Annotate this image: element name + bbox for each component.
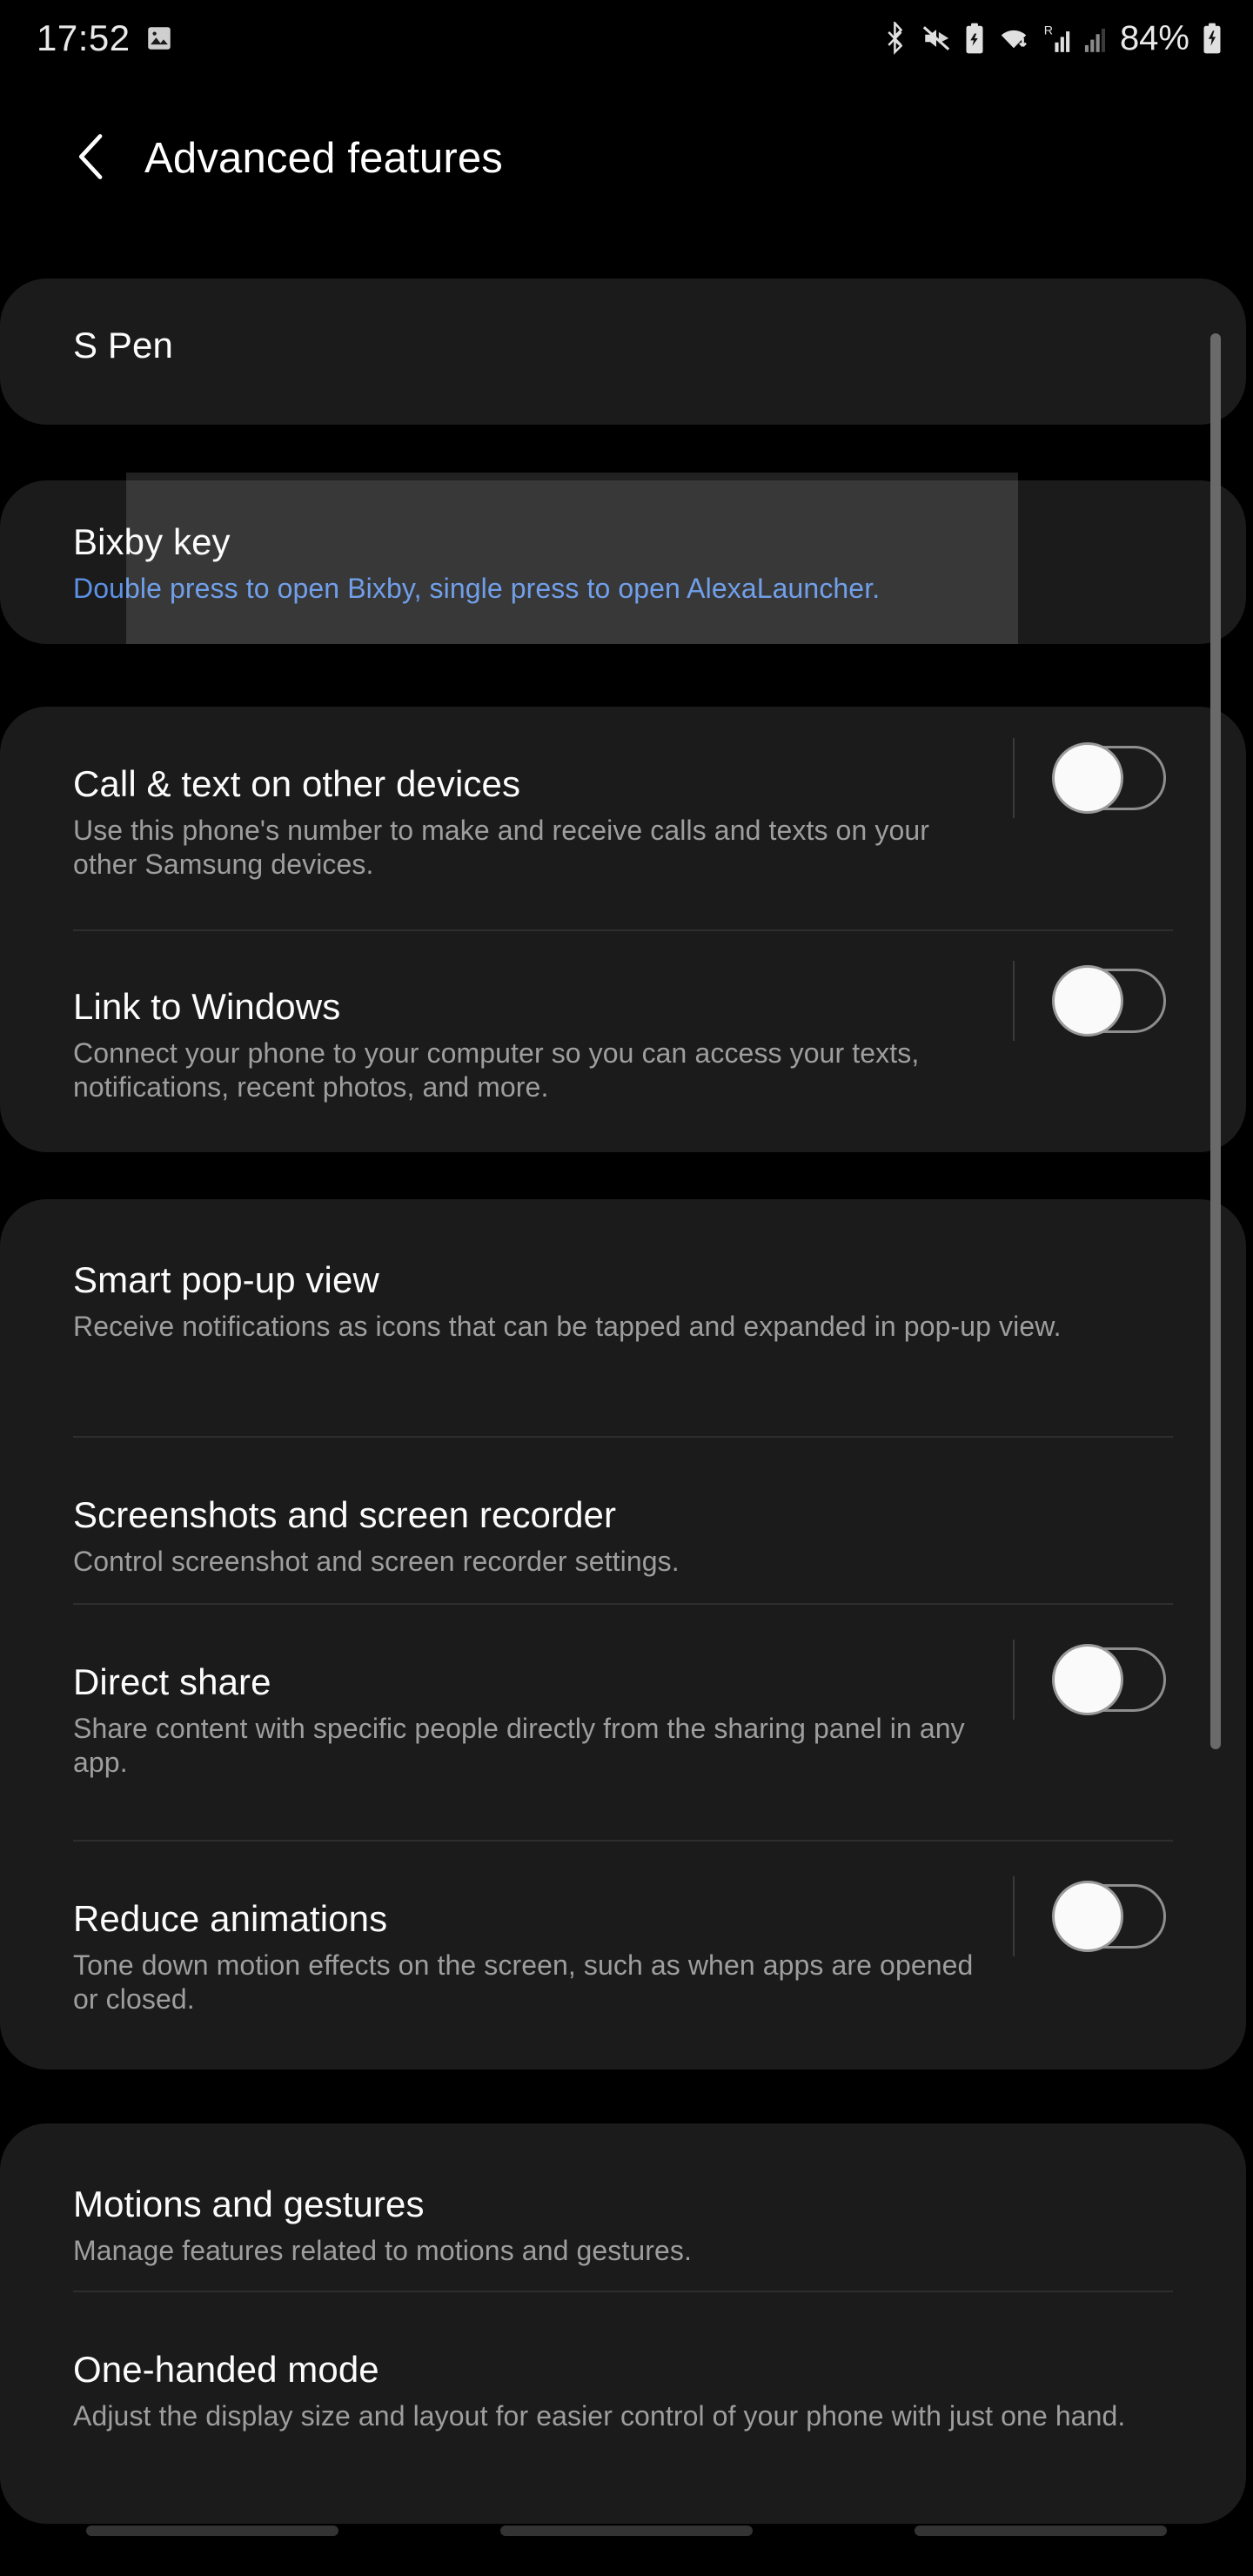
switch-knob — [1052, 1644, 1123, 1715]
settings-scroll-container[interactable]: S Pen Bixby key Double press to open Bix… — [0, 0, 1253, 2576]
list-item-title: Screenshots and screen recorder — [73, 1494, 617, 1535]
list-item-subtitle: Double press to open Bixby, single press… — [73, 573, 881, 604]
section-card-motions: Motions and gestures Manage features rel… — [0, 2123, 1246, 2524]
recents-pill[interactable] — [86, 2526, 338, 2536]
home-pill[interactable] — [500, 2526, 753, 2536]
list-item-smart-popup-view[interactable]: Smart pop-up view Receive notifications … — [0, 1199, 1246, 1436]
list-item-subtitle: Control screenshot and screen recorder s… — [73, 1546, 680, 1577]
switch-track[interactable] — [1052, 965, 1166, 1036]
section-card-s-pen: S Pen — [0, 278, 1246, 425]
list-item-title: S Pen — [73, 325, 173, 366]
phone-screen: 17:52 R 84% Advanced features S Pen Bixb… — [0, 0, 1253, 2576]
list-item-link-to-windows[interactable]: Link to Windows Connect your phone to yo… — [0, 929, 1246, 1152]
toggle-reduce-animations[interactable] — [1013, 1876, 1166, 1956]
toggle-direct-share[interactable] — [1013, 1640, 1166, 1720]
list-item-title: Smart pop-up view — [73, 1259, 379, 1300]
section-card-connections: Call & text on other devices Use this ph… — [0, 707, 1246, 1152]
list-item-screenshots-screen-recorder[interactable]: Screenshots and screen recorder Control … — [0, 1436, 1246, 1603]
list-item-bixby-key[interactable]: Bixby key Double press to open Bixby, si… — [0, 480, 1246, 606]
list-item-subtitle: Adjust the display size and layout for e… — [73, 2400, 1126, 2432]
list-item-subtitle: Share content with specific people direc… — [73, 1713, 965, 1778]
list-item-subtitle: Manage features related to motions and g… — [73, 2235, 693, 2266]
list-item-subtitle: Connect your phone to your computer so y… — [73, 1037, 920, 1103]
section-card-display-extras: Smart pop-up view Receive notifications … — [0, 1199, 1246, 2070]
list-item-title: Link to Windows — [73, 986, 341, 1027]
list-item-title: Reduce animations — [73, 1898, 388, 1939]
list-item-s-pen[interactable]: S Pen — [0, 278, 1246, 367]
section-card-bixby: Bixby key Double press to open Bixby, si… — [0, 480, 1246, 644]
toggle-call-text-other-devices[interactable] — [1013, 738, 1166, 818]
list-item-one-handed-mode[interactable]: One-handed mode Adjust the display size … — [0, 2291, 1246, 2433]
list-item-title: Bixby key — [73, 521, 231, 562]
switch-knob — [1052, 742, 1123, 814]
list-item-title: One-handed mode — [73, 2349, 379, 2390]
toggle-divider — [1013, 961, 1015, 1041]
toggle-link-to-windows[interactable] — [1013, 961, 1166, 1041]
list-item-subtitle: Receive notifications as icons that can … — [73, 1311, 1062, 1342]
switch-knob — [1052, 1881, 1123, 1952]
list-item-subtitle: Use this phone's number to make and rece… — [73, 815, 929, 880]
list-item-title: Direct share — [73, 1661, 271, 1702]
list-item-subtitle: Tone down motion effects on the screen, … — [73, 1949, 974, 2015]
toggle-divider — [1013, 738, 1015, 818]
list-item-motions-gestures[interactable]: Motions and gestures Manage features rel… — [0, 2123, 1246, 2291]
list-item-title: Call & text on other devices — [73, 763, 521, 804]
switch-track[interactable] — [1052, 1881, 1166, 1952]
back-pill[interactable] — [915, 2526, 1167, 2536]
list-item-title: Motions and gestures — [73, 2184, 425, 2224]
switch-knob — [1052, 965, 1123, 1036]
toggle-divider — [1013, 1876, 1015, 1956]
list-item-reduce-animations[interactable]: Reduce animations Tone down motion effec… — [0, 1840, 1246, 2070]
switch-track[interactable] — [1052, 742, 1166, 814]
vertical-scrollbar[interactable] — [1210, 333, 1221, 1749]
list-item-call-text-other-devices[interactable]: Call & text on other devices Use this ph… — [0, 707, 1246, 929]
navigation-bar — [0, 2485, 1253, 2576]
list-item-direct-share[interactable]: Direct share Share content with specific… — [0, 1603, 1246, 1840]
toggle-divider — [1013, 1640, 1015, 1720]
switch-track[interactable] — [1052, 1644, 1166, 1715]
